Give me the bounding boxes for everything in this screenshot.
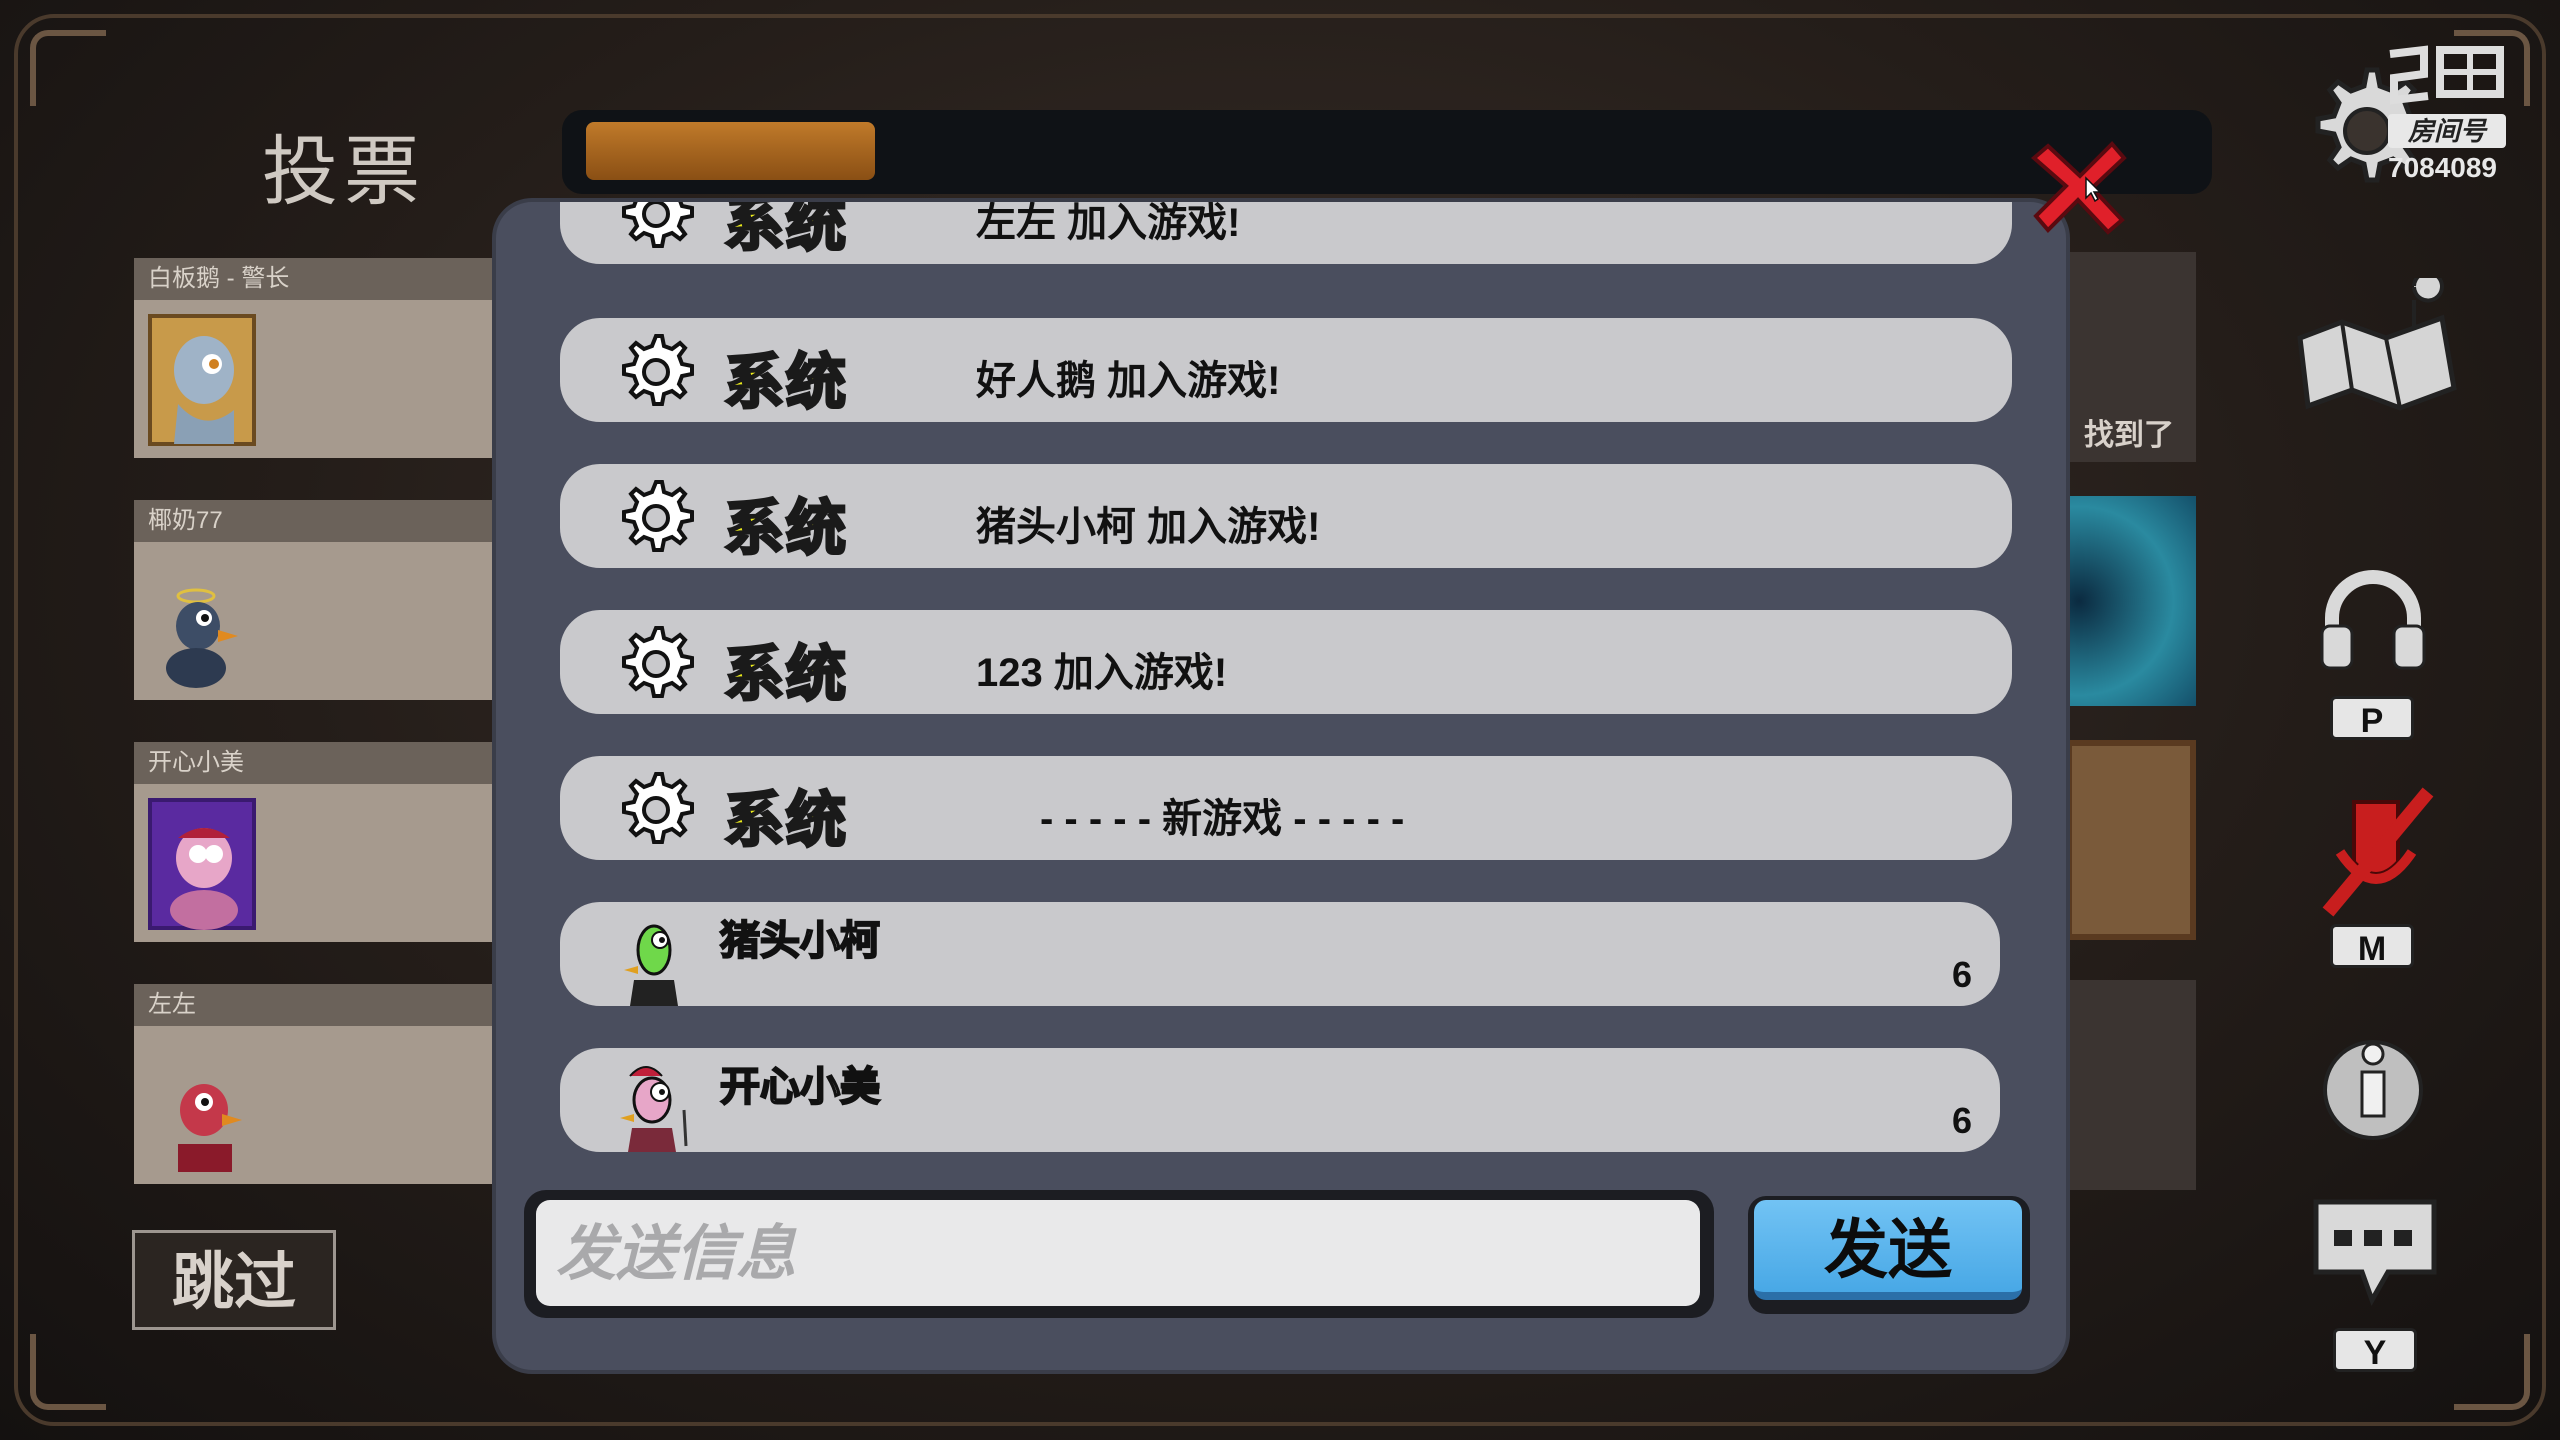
found-label: 找到了 xyxy=(2084,419,2174,452)
vote-timer-fill xyxy=(586,122,875,180)
chat-message: 系统 好人鹅 加入游戏! xyxy=(560,318,2012,422)
message-text: 好人鹅 加入游戏! xyxy=(976,359,1281,403)
gear-icon xyxy=(622,334,694,406)
message-text: 猪头小柯 加入游戏! xyxy=(976,505,1321,549)
message-input-frame xyxy=(524,1190,1714,1318)
goose-avatar-icon xyxy=(166,588,238,688)
skip-vote-button[interactable]: 跳过 xyxy=(132,1230,336,1330)
send-button[interactable]: 发送 xyxy=(1748,1196,2030,1314)
gear-icon xyxy=(622,202,694,248)
player-card[interactable]: 白板鹅 - 警长 xyxy=(134,258,514,458)
player-card-right[interactable] xyxy=(2066,740,2196,940)
message-text: - - - - - 新游戏 - - - - - xyxy=(1040,797,1405,841)
mic-muted-icon[interactable] xyxy=(2310,782,2440,922)
player-card[interactable]: 椰奶77 xyxy=(134,500,514,700)
system-sender: 系统 xyxy=(723,202,848,260)
game-logo-icon xyxy=(2389,45,2504,105)
chat-message: 系统 123 加入游戏! xyxy=(560,610,2012,714)
player-name: 椰奶77 xyxy=(134,500,514,542)
goose-avatar-icon xyxy=(148,798,256,930)
hotkey-mute: M xyxy=(2330,924,2414,968)
hotkey-voice: P xyxy=(2330,696,2414,740)
chat-message: 开心小美 6 xyxy=(560,1048,2000,1152)
close-icon[interactable] xyxy=(2030,136,2130,236)
headphones-icon[interactable] xyxy=(2318,568,2428,672)
player-card[interactable]: 开心小美 xyxy=(134,742,514,942)
chat-bubble-icon[interactable] xyxy=(2310,1196,2440,1308)
gear-icon xyxy=(622,626,694,698)
mouse-cursor-icon xyxy=(2085,176,2102,202)
player-name: 开心小美 xyxy=(134,742,514,784)
system-sender: 系统 xyxy=(723,494,848,564)
player-name: 白板鹅 - 警长 xyxy=(134,258,514,300)
hotkey-chat: Y xyxy=(2333,1328,2417,1372)
send-button-label: 发送 xyxy=(1754,1200,2022,1300)
chat-message: 猪头小柯 6 xyxy=(560,902,2000,1006)
message-text: 123 加入游戏! xyxy=(976,651,1228,695)
player-name: 左左 xyxy=(134,984,514,1026)
player-card-right[interactable] xyxy=(2066,496,2196,706)
frame-corner xyxy=(30,30,106,106)
message-text: 左左 加入游戏! xyxy=(976,202,1241,245)
chat-message: 系统 左左 加入游戏! xyxy=(560,202,2012,264)
info-icon[interactable] xyxy=(2318,1030,2428,1140)
player-card[interactable]: 左左 xyxy=(134,984,514,1184)
goose-avatar-icon xyxy=(148,314,256,446)
player-sender: 开心小美 xyxy=(719,1064,881,1110)
chat-panel: 系统 左左 加入游戏! 系统 好人鹅 加入游戏! 系统 猪头小柯 加入游戏! 系… xyxy=(496,202,2066,1370)
system-sender: 系统 xyxy=(723,348,848,418)
frame-corner xyxy=(30,1334,106,1410)
vote-count: 6 xyxy=(1951,954,1972,995)
chat-message: 系统 - - - - - 新游戏 - - - - - xyxy=(560,756,2012,860)
room-number: 7084089 xyxy=(2388,152,2498,183)
goose-avatar-icon xyxy=(624,924,678,1006)
room-label: 房间号 xyxy=(2388,114,2506,148)
system-sender: 系统 xyxy=(723,640,848,710)
chat-message: 系统 猪头小柯 加入游戏! xyxy=(560,464,2012,568)
vote-title: 投票 xyxy=(262,130,426,215)
player-card-right[interactable] xyxy=(2066,980,2196,1190)
frame-corner xyxy=(2454,1334,2530,1410)
message-input[interactable] xyxy=(536,1200,1700,1306)
vote-count: 6 xyxy=(1951,1100,1972,1141)
player-sender: 猪头小柯 xyxy=(719,918,881,964)
map-icon[interactable] xyxy=(2290,278,2466,418)
gear-icon xyxy=(622,480,694,552)
goose-avatar-icon xyxy=(178,1084,242,1172)
system-sender: 系统 xyxy=(723,786,848,856)
goose-avatar-icon xyxy=(620,1066,688,1152)
gear-icon xyxy=(622,772,694,844)
